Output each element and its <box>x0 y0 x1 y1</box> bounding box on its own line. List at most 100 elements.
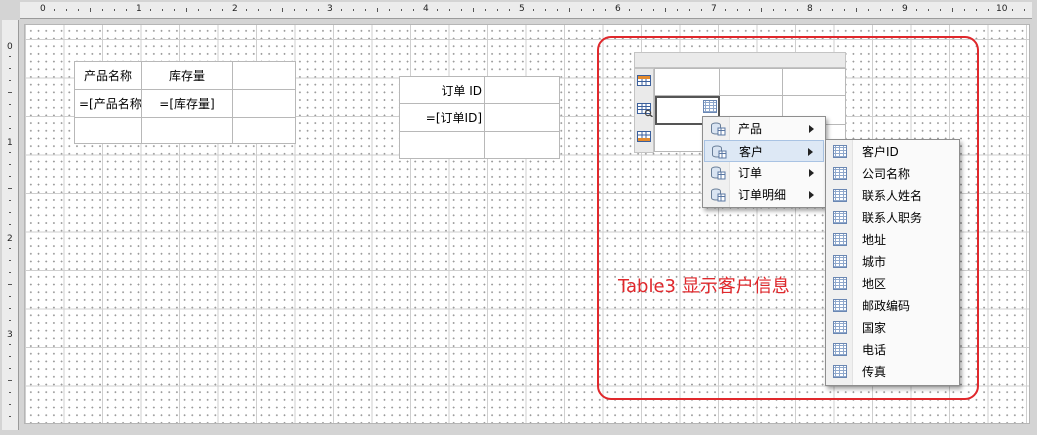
ruler-tick <box>281 8 283 12</box>
ruler-tick <box>209 9 211 11</box>
ruler-tick <box>748 9 750 11</box>
ruler-tick <box>9 272 11 273</box>
ruler-tick <box>9 116 11 117</box>
ruler-tick <box>9 368 11 369</box>
table1-header-cell[interactable] <box>232 61 296 90</box>
ruler-tick <box>533 9 534 11</box>
table1-header-cell[interactable]: 产品名称 <box>74 61 142 90</box>
ruler-tick <box>676 9 678 11</box>
table1-header-cell[interactable]: 库存量 <box>141 61 233 90</box>
ruler-tick <box>988 9 990 11</box>
table1-footer-cell[interactable] <box>232 117 296 144</box>
ruler-tick <box>8 284 12 285</box>
table2-footer-cell[interactable] <box>484 131 560 159</box>
annotation-text: Table3 显示客户信息 <box>618 276 790 297</box>
ruler-tick <box>9 68 11 69</box>
table2-detail-cell[interactable] <box>484 103 560 132</box>
ruler-tick <box>341 9 343 11</box>
ruler-tick <box>652 9 654 11</box>
ruler-tick <box>66 9 67 11</box>
ruler-tick <box>9 248 11 249</box>
ruler-tick <box>976 9 978 11</box>
ruler-tick <box>245 9 247 11</box>
ruler-tick <box>149 9 151 11</box>
ruler-tick <box>9 404 11 405</box>
ruler-tick <box>9 176 11 177</box>
ruler-tick <box>305 9 307 11</box>
ruler-tick <box>628 9 630 11</box>
ruler-tick <box>880 9 882 11</box>
ruler-tick <box>772 9 774 11</box>
ruler-tick <box>664 8 666 12</box>
table2-header-cell[interactable] <box>484 76 560 104</box>
ruler-tick <box>940 9 942 11</box>
ruler-tick <box>700 9 702 11</box>
ruler-tick <box>449 9 451 11</box>
ruler-tick <box>8 188 12 189</box>
ruler-tick <box>161 9 163 11</box>
ruler-tick <box>9 296 11 297</box>
table1[interactable]: 产品名称 库存量 =[产品名称] =[库存量] <box>74 61 296 144</box>
ruler-tick <box>557 9 558 11</box>
table1-footer-cell[interactable] <box>141 117 233 144</box>
table2-footer-row[interactable] <box>399 131 560 159</box>
table1-detail-cell[interactable] <box>232 89 296 118</box>
ruler-tick <box>9 104 11 105</box>
ruler-tick <box>365 9 367 11</box>
table1-detail-cell[interactable]: =[产品名称] <box>74 89 142 118</box>
annotation-highlight-box <box>597 36 979 400</box>
ruler-tick <box>9 308 11 309</box>
ruler-tick <box>9 344 11 345</box>
ruler-tick <box>126 9 127 11</box>
ruler-tick <box>724 9 726 11</box>
ruler-tick <box>9 320 11 321</box>
ruler-number: 6 <box>615 4 621 14</box>
ruler-tick <box>545 9 546 11</box>
ruler-tick <box>736 9 738 11</box>
ruler-tick <box>9 80 11 81</box>
table1-footer-cell[interactable] <box>74 117 142 144</box>
ruler-tick <box>102 9 103 11</box>
table1-header-row[interactable]: 产品名称 库存量 <box>74 61 296 90</box>
ruler-tick <box>401 9 403 11</box>
ruler-tick <box>185 8 187 12</box>
ruler-number: 3 <box>7 330 13 340</box>
ruler-tick <box>868 9 870 11</box>
table2-detail-row[interactable]: =[订单ID] <box>399 103 560 132</box>
table1-footer-row[interactable] <box>74 117 296 144</box>
ruler-tick <box>293 9 295 11</box>
ruler-tick <box>9 128 11 129</box>
ruler-tick <box>485 9 487 11</box>
ruler-tick <box>892 9 894 11</box>
ruler-number: 4 <box>423 4 429 14</box>
ruler-tick <box>377 8 379 12</box>
table2[interactable]: 订单 ID =[订单ID] <box>399 76 560 159</box>
ruler-tick <box>569 8 570 12</box>
ruler-tick <box>9 212 11 213</box>
ruler-tick <box>952 8 954 12</box>
ruler-number: 0 <box>40 4 46 14</box>
vertical-ruler: 0 1 2 3 <box>2 20 19 430</box>
ruler-tick <box>9 200 11 201</box>
ruler-tick <box>269 9 271 11</box>
ruler-tick <box>90 8 91 12</box>
ruler-tick <box>54 9 55 11</box>
table2-detail-cell[interactable]: =[订单ID] <box>399 103 485 132</box>
ruler-tick <box>197 9 199 11</box>
ruler-tick <box>473 8 475 12</box>
ruler-tick <box>593 9 594 11</box>
ruler-number: 2 <box>232 4 238 14</box>
ruler-tick <box>1012 9 1013 11</box>
ruler-tick <box>820 9 822 11</box>
ruler-tick <box>796 9 798 11</box>
ruler-number: 7 <box>711 4 717 14</box>
table1-detail-cell[interactable]: =[库存量] <box>141 89 233 118</box>
table1-detail-row[interactable]: =[产品名称] =[库存量] <box>74 89 296 118</box>
horizontal-ruler: 0 1 2 3 4 5 6 7 8 9 10 <box>20 2 1032 19</box>
ruler-tick <box>916 9 918 11</box>
table2-header-row[interactable]: 订单 ID <box>399 76 560 104</box>
table2-footer-cell[interactable] <box>399 131 485 159</box>
ruler-tick <box>1024 9 1025 11</box>
ruler-number: 10 <box>996 4 1008 14</box>
table2-header-cell[interactable]: 订单 ID <box>399 76 485 104</box>
